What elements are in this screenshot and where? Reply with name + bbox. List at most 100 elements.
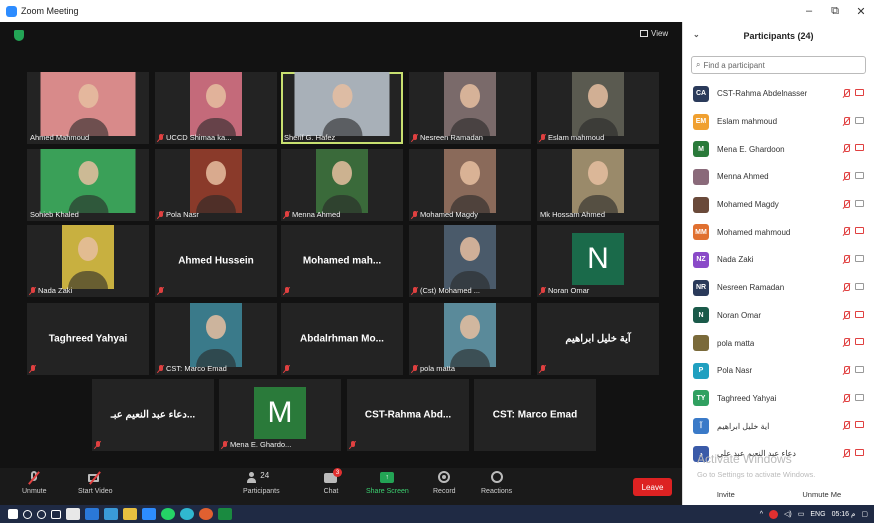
whatsapp-icon[interactable] xyxy=(161,508,175,520)
participant-row[interactable]: M Mena E. Ghardoon xyxy=(683,135,874,163)
participant-row[interactable]: آ آية خليل ابراهيم xyxy=(683,412,874,440)
video-tile[interactable]: Nada Zaki xyxy=(27,225,149,297)
record-button[interactable]: Record xyxy=(433,471,456,495)
video-tile[interactable]: UCCD Shimaa ka... xyxy=(155,72,277,144)
title-bar: Zoom Meeting – ⧉ ✕ xyxy=(0,0,874,22)
participant-row[interactable]: NZ Nada Zaki xyxy=(683,246,874,274)
participants-button[interactable]: 24 Participants xyxy=(243,471,280,495)
participant-row[interactable]: pola matta xyxy=(683,329,874,357)
participant-search-input[interactable]: ⌕ Find a participant xyxy=(691,56,866,74)
participant-display-name: Taghreed Yahyai xyxy=(48,333,128,345)
video-tile[interactable]: M Mena E. Ghardo... xyxy=(219,379,341,451)
video-tile[interactable]: N Noran Omar xyxy=(537,225,659,297)
maximize-button[interactable]: ⧉ xyxy=(822,5,848,18)
avatar: N xyxy=(693,307,709,324)
participant-name: Menna Ahmed xyxy=(717,172,769,182)
participant-status-icons xyxy=(843,89,864,98)
participant-row[interactable]: MM Mohamed mahmoud xyxy=(683,218,874,246)
firefox-icon[interactable] xyxy=(199,508,213,520)
participant-status-icons xyxy=(843,338,864,347)
tile-name-label: Ahmed Mahmoud xyxy=(30,133,89,142)
person-silhouette-icon xyxy=(588,161,608,185)
language-indicator[interactable]: ENG xyxy=(810,511,825,518)
zoom-taskbar-icon[interactable] xyxy=(142,508,156,520)
participant-row[interactable]: NR Nesreen Ramadan xyxy=(683,274,874,302)
window-controls: – ⧉ ✕ xyxy=(796,5,874,18)
clock[interactable]: 05:16 م xyxy=(832,510,856,518)
video-tile[interactable]: Sherif G. Hafez xyxy=(281,72,403,144)
participant-video xyxy=(572,149,624,213)
activation-watermark-text: Go to Settings to activate Windows. xyxy=(697,470,816,479)
mic-muted-icon xyxy=(843,116,850,126)
tile-name-label: Mohamed Magdy xyxy=(412,210,478,219)
chat-badge: 3 xyxy=(333,468,342,477)
participant-row[interactable]: N Noran Omar xyxy=(683,302,874,330)
file-explorer-icon[interactable] xyxy=(123,508,137,520)
video-tile[interactable]: pola matta xyxy=(409,303,531,375)
reactions-button[interactable]: Reactions xyxy=(481,471,512,495)
start-windows-icon[interactable] xyxy=(8,509,18,519)
participant-row[interactable]: P Pola Nasr xyxy=(683,357,874,385)
video-tile[interactable]: (Cst) Mohamed ... xyxy=(409,225,531,297)
participant-row[interactable]: Mohamed Magdy xyxy=(683,191,874,219)
invite-button[interactable]: Invite xyxy=(709,488,743,501)
mic-muted-icon xyxy=(284,210,290,219)
video-tile[interactable]: Mohamed mah... xyxy=(281,225,403,297)
video-tile[interactable]: CST: Marco Emad xyxy=(474,379,596,451)
video-tile[interactable]: Mk Hossam Ahmed xyxy=(537,149,659,221)
video-tile[interactable]: Pola Nasr xyxy=(155,149,277,221)
mic-muted-icon xyxy=(843,365,850,375)
cortana-icon[interactable] xyxy=(37,509,46,519)
person-body-shape xyxy=(450,349,490,367)
leave-button[interactable]: Leave xyxy=(633,478,672,496)
video-tile[interactable]: CST: Marco Emad xyxy=(155,303,277,375)
video-tile[interactable]: Taghreed Yahyai xyxy=(27,303,149,375)
security-shield-icon[interactable] xyxy=(14,30,24,41)
video-tile[interactable]: Nesreen Ramadan xyxy=(409,72,531,144)
mic-muted-icon xyxy=(222,440,228,449)
notifications-icon[interactable]: ▢ xyxy=(861,510,868,518)
video-tile[interactable]: Menna Ahmed xyxy=(281,149,403,221)
video-tile[interactable]: Abdalrhman Mo... xyxy=(281,303,403,375)
participant-row[interactable]: EM Eslam mahmoud xyxy=(683,108,874,136)
tile-name-label: (Cst) Mohamed ... xyxy=(412,286,480,295)
store-icon[interactable] xyxy=(66,508,80,520)
search-icon[interactable] xyxy=(23,509,32,519)
video-tile[interactable]: Ahmed Mahmoud xyxy=(27,72,149,144)
video-tile[interactable]: دعاء عبد النعيم عبـ... xyxy=(92,379,214,451)
start-video-button[interactable]: Start Video xyxy=(78,471,113,495)
unmute-button[interactable]: Unmute xyxy=(22,471,47,495)
tile-name-label xyxy=(284,365,292,373)
task-view-icon[interactable] xyxy=(51,509,61,519)
video-tile[interactable]: Ahmed Hussein xyxy=(155,225,277,297)
participant-name: pola matta xyxy=(717,338,755,348)
participant-video xyxy=(62,225,114,289)
mail-icon[interactable] xyxy=(104,508,118,520)
participant-row[interactable]: Menna Ahmed xyxy=(683,163,874,191)
video-tile[interactable]: Eslam mahmoud xyxy=(537,72,659,144)
volume-icon[interactable]: ◁) xyxy=(784,510,792,518)
participant-video xyxy=(190,303,242,367)
share-screen-button[interactable]: ↑ Share Screen xyxy=(366,471,409,495)
minimize-button[interactable]: – xyxy=(796,5,822,18)
video-tile[interactable]: آية خليل ابراهيم xyxy=(537,303,659,375)
camera-icon xyxy=(855,144,864,152)
tray-zoom-icon[interactable] xyxy=(769,509,779,519)
video-tile[interactable]: CST-Rahma Abd... xyxy=(347,379,469,451)
participant-row[interactable]: TY Taghreed Yahyai xyxy=(683,385,874,413)
close-button[interactable]: ✕ xyxy=(848,5,874,18)
chat-button[interactable]: 3 Chat xyxy=(323,468,342,495)
tray-chevron-icon[interactable]: ^ xyxy=(760,511,763,518)
collapse-chevron-icon[interactable]: ⌄ xyxy=(693,30,700,39)
tile-name-text: Pola Nasr xyxy=(166,210,199,219)
battery-icon[interactable]: ▭ xyxy=(798,510,805,518)
unmute-me-button[interactable]: Unmute Me xyxy=(794,488,849,501)
video-tile[interactable]: Mohamed Magdy xyxy=(409,149,531,221)
participant-video xyxy=(444,303,496,367)
video-tile[interactable]: Sohieb Khaled xyxy=(27,149,149,221)
participant-row[interactable]: CA CST-Rahma Abdelnasser xyxy=(683,80,874,108)
excel-icon[interactable] xyxy=(218,508,232,520)
view-button[interactable]: View xyxy=(640,29,668,38)
edge-icon[interactable] xyxy=(85,508,99,520)
chrome-icon[interactable] xyxy=(180,508,194,520)
